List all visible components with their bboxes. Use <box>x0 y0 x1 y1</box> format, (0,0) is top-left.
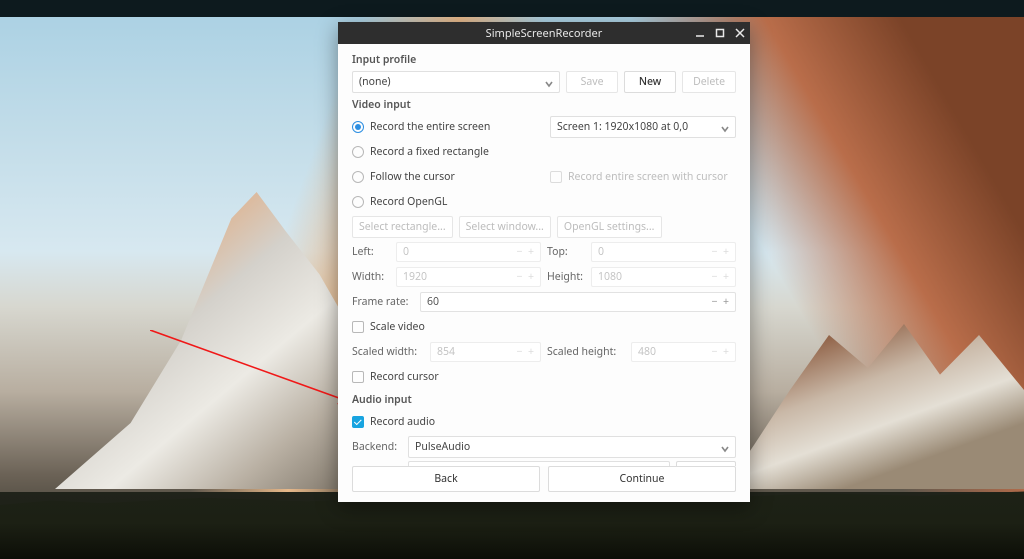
profile-delete-button[interactable]: Delete <box>682 71 736 93</box>
top-label: Top: <box>547 245 585 259</box>
screen-select-value: Screen 1: 1920x1080 at 0,0 <box>557 120 688 134</box>
width-input: 1920− + <box>396 267 541 287</box>
minimize-button[interactable] <box>694 27 706 39</box>
chevron-down-icon <box>721 443 729 451</box>
back-button[interactable]: Back <box>352 466 540 492</box>
screen-select[interactable]: Screen 1: 1920x1080 at 0,0 <box>550 116 736 138</box>
checkbox-record-audio[interactable] <box>352 416 364 428</box>
radio-follow-cursor[interactable] <box>352 171 364 183</box>
titlebar[interactable]: SimpleScreenRecorder <box>338 22 750 44</box>
checkbox-scale-video[interactable] <box>352 321 364 333</box>
radio-entire-screen[interactable] <box>352 121 364 133</box>
scaled-height-label: Scaled height: <box>547 345 625 359</box>
height-input: 1080− + <box>591 267 736 287</box>
profile-select[interactable]: (none) <box>352 71 560 93</box>
checkbox-record-cursor[interactable] <box>352 371 364 383</box>
mountain-illustration-2 <box>724 269 1024 489</box>
left-input: 0− + <box>396 242 541 262</box>
label-record-audio: Record audio <box>370 415 435 429</box>
audio-input-heading: Audio input <box>352 393 736 407</box>
desktop-wallpaper: SimpleScreenRecorder Input profile (none… <box>0 0 1024 559</box>
video-input-heading: Video input <box>352 98 736 112</box>
profile-select-value: (none) <box>359 75 391 89</box>
chevron-down-icon <box>721 123 729 131</box>
height-label: Height: <box>547 270 585 284</box>
profile-save-button[interactable]: Save <box>566 71 618 93</box>
framerate-input[interactable]: 60− + <box>420 292 736 312</box>
radio-opengl[interactable] <box>352 196 364 208</box>
close-button[interactable] <box>734 27 746 39</box>
left-label: Left: <box>352 245 390 259</box>
scaled-height-input: 480− + <box>631 342 736 362</box>
radio-fixed-rect[interactable] <box>352 146 364 158</box>
select-rectangle-button: Select rectangle... <box>352 216 453 238</box>
label-fixed-rect: Record a fixed rectangle <box>370 145 489 159</box>
backend-select-value: PulseAudio <box>415 440 470 454</box>
label-record-with-cursor: Record entire screen with cursor <box>568 170 728 184</box>
backend-label: Backend: <box>352 440 402 454</box>
label-record-cursor: Record cursor <box>370 370 439 384</box>
scaled-width-label: Scaled width: <box>352 345 424 359</box>
scaled-width-input: 854− + <box>430 342 541 362</box>
label-entire-screen: Record the entire screen <box>370 120 490 134</box>
opengl-settings-button: OpenGL settings... <box>557 216 662 238</box>
label-scale-video: Scale video <box>370 320 425 334</box>
label-follow-cursor: Follow the cursor <box>370 170 455 184</box>
top-input: 0− + <box>591 242 736 262</box>
width-label: Width: <box>352 270 390 284</box>
label-opengl: Record OpenGL <box>370 195 447 209</box>
select-window-button: Select window... <box>459 216 551 238</box>
input-profile-heading: Input profile <box>352 53 736 67</box>
continue-button[interactable]: Continue <box>548 466 736 492</box>
framerate-label: Frame rate: <box>352 295 414 309</box>
backend-select[interactable]: PulseAudio <box>408 436 736 458</box>
maximize-button[interactable] <box>714 27 726 39</box>
window-title: SimpleScreenRecorder <box>486 26 603 41</box>
chevron-down-icon <box>545 78 553 86</box>
app-window: SimpleScreenRecorder Input profile (none… <box>338 22 750 502</box>
profile-new-button[interactable]: New <box>624 71 676 93</box>
checkbox-record-with-cursor <box>550 171 562 183</box>
